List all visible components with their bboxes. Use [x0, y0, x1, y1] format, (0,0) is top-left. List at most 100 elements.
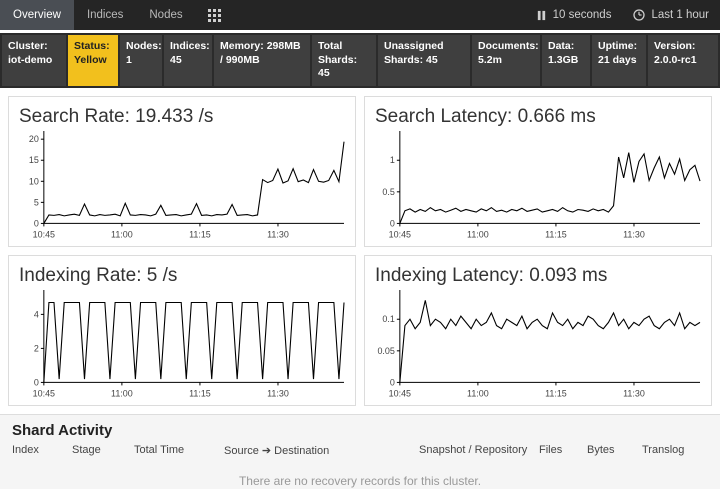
tab-nodes[interactable]: Nodes [136, 0, 195, 30]
svg-text:11:15: 11:15 [189, 229, 211, 239]
shard-activity-section: Shard Activity Index Stage Total Time So… [0, 414, 720, 489]
svg-text:11:30: 11:30 [267, 389, 289, 399]
time-range-control[interactable]: Last 1 hour [622, 9, 720, 21]
documents-segment: Documents: 5.2m [472, 35, 540, 86]
svg-text:11:00: 11:00 [467, 229, 489, 239]
svg-text:11:00: 11:00 [467, 389, 489, 399]
svg-text:0.5: 0.5 [382, 187, 394, 197]
apps-grid-icon[interactable] [196, 0, 233, 30]
svg-text:10:45: 10:45 [389, 229, 411, 239]
charts-grid: Search Rate: 19.433 /s 0510152010:4511:0… [0, 88, 720, 415]
svg-text:4: 4 [34, 310, 39, 320]
unassigned-shards-value: 45 [426, 54, 438, 66]
nodes-value: 1 [126, 54, 132, 66]
svg-text:0: 0 [390, 378, 395, 388]
indexing-latency-chart[interactable]: 0 0.05 0.1 10:45 11:00 11:15 11:30 [373, 288, 703, 405]
nav-right-controls: 10 seconds Last 1 hour [525, 0, 720, 30]
search-latency-chart[interactable]: 0 0.5 1 10:45 11:00 11:15 11:30 [373, 129, 703, 246]
search-rate-panel: Search Rate: 19.433 /s 0 5 10 15 20 10:45 11:0… [8, 96, 356, 247]
svg-text:10:45: 10:45 [389, 389, 411, 399]
refresh-interval-control[interactable]: 10 seconds [525, 9, 623, 21]
svg-text:1: 1 [390, 155, 395, 165]
shard-empty-message: There are no recovery records for this c… [0, 463, 720, 489]
documents-label: Documents: [478, 40, 539, 52]
col-stage: Stage [72, 444, 134, 457]
indexing-rate-panel: Indexing Rate: 5 /s 0 2 4 10:45 11:00 11:15 11… [8, 255, 356, 406]
nodes-segment: Nodes: 1 [120, 35, 162, 86]
cluster-status-bar: Cluster: iot-demo Status: Yellow Nodes: … [0, 33, 720, 88]
uptime-value: 21 days [598, 54, 637, 66]
svg-text:2: 2 [34, 344, 39, 354]
svg-text:0: 0 [34, 218, 39, 228]
total-shards-label: Total Shards: [318, 40, 357, 66]
col-total-time: Total Time [134, 444, 224, 457]
cluster-status-segment: Status: Yellow [68, 35, 118, 86]
cluster-name-segment: Cluster: iot-demo [2, 35, 66, 86]
col-bytes: Bytes [587, 444, 642, 457]
search-latency-panel: Search Latency: 0.666 ms 0 0.5 1 10:45 11:00… [364, 96, 712, 247]
col-translog: Translog [642, 444, 702, 457]
search-rate-chart[interactable]: 0 5 10 15 20 10:45 11:00 11:15 11:30 [17, 129, 347, 246]
status-badge: Yellow [74, 54, 107, 66]
cluster-value: iot-demo [8, 54, 52, 66]
indices-label: Indices: [170, 40, 210, 52]
svg-text:11:00: 11:00 [111, 389, 133, 399]
tab-indices[interactable]: Indices [74, 0, 136, 30]
indexing-rate-chart[interactable]: 0 2 4 10:45 11:00 11:15 11:30 [17, 288, 347, 405]
indexing-latency-panel: Indexing Latency: 0.093 ms 0 0.05 0.1 10:45… [364, 255, 712, 406]
search-latency-title: Search Latency: 0.666 ms [375, 105, 703, 129]
nodes-label: Nodes: [126, 40, 162, 52]
documents-value: 5.2m [478, 54, 502, 66]
svg-text:10:45: 10:45 [33, 389, 55, 399]
top-navbar: Overview Indices Nodes 10 seconds [0, 0, 720, 30]
svg-text:11:30: 11:30 [623, 229, 645, 239]
svg-text:0.05: 0.05 [377, 346, 394, 356]
status-label: Status: [74, 40, 110, 52]
memory-label: Memory: [220, 40, 264, 52]
time-range-label: Last 1 hour [651, 9, 709, 21]
uptime-segment: Uptime: 21 days [592, 35, 646, 86]
indices-segment: Indices: 45 [164, 35, 212, 86]
refresh-interval-label: 10 seconds [553, 9, 612, 21]
svg-text:11:30: 11:30 [623, 389, 645, 399]
memory-segment: Memory: 298MB / 990MB [214, 35, 310, 86]
search-rate-title: Search Rate: 19.433 /s [19, 105, 347, 129]
shard-activity-header: Index Stage Total Time Source ➔ Destinat… [0, 444, 720, 463]
nav-tabs: Overview Indices Nodes [0, 0, 233, 30]
data-size-value: 1.3GB [548, 54, 578, 66]
svg-text:15: 15 [29, 155, 39, 165]
data-size-label: Data: [548, 40, 574, 52]
svg-text:11:15: 11:15 [189, 389, 211, 399]
svg-text:20: 20 [29, 134, 39, 144]
col-source-destination: Source ➔ Destination [224, 444, 419, 457]
col-snapshot-repository: Snapshot / Repository [419, 444, 539, 457]
data-size-segment: Data: 1.3GB [542, 35, 590, 86]
svg-text:0: 0 [34, 378, 39, 388]
svg-text:10: 10 [29, 176, 39, 186]
svg-text:11:00: 11:00 [111, 229, 133, 239]
total-shards-segment: Total Shards: 45 [312, 35, 376, 86]
unassigned-shards-segment: Unassigned Shards: 45 [378, 35, 470, 86]
version-label: Version: [654, 40, 695, 52]
clock-icon [633, 9, 645, 21]
pause-icon [536, 10, 547, 21]
shard-activity-title: Shard Activity [0, 415, 720, 444]
svg-text:0.1: 0.1 [382, 314, 394, 324]
svg-text:10:45: 10:45 [33, 229, 55, 239]
version-segment: Version: 2.0.0-rc1 [648, 35, 718, 86]
indexing-latency-title: Indexing Latency: 0.093 ms [375, 264, 703, 288]
indices-value: 45 [170, 54, 182, 66]
indexing-rate-title: Indexing Rate: 5 /s [19, 264, 347, 288]
svg-text:11:30: 11:30 [267, 229, 289, 239]
version-value: 2.0.0-rc1 [654, 54, 697, 66]
grid-icon [208, 9, 221, 22]
col-files: Files [539, 444, 587, 457]
tab-overview[interactable]: Overview [0, 0, 74, 30]
cluster-label: Cluster: [8, 40, 48, 52]
svg-text:11:15: 11:15 [545, 229, 567, 239]
col-index: Index [12, 444, 72, 457]
svg-text:11:15: 11:15 [545, 389, 567, 399]
svg-text:5: 5 [34, 197, 39, 207]
svg-text:0: 0 [390, 218, 395, 228]
total-shards-value: 45 [318, 67, 330, 79]
